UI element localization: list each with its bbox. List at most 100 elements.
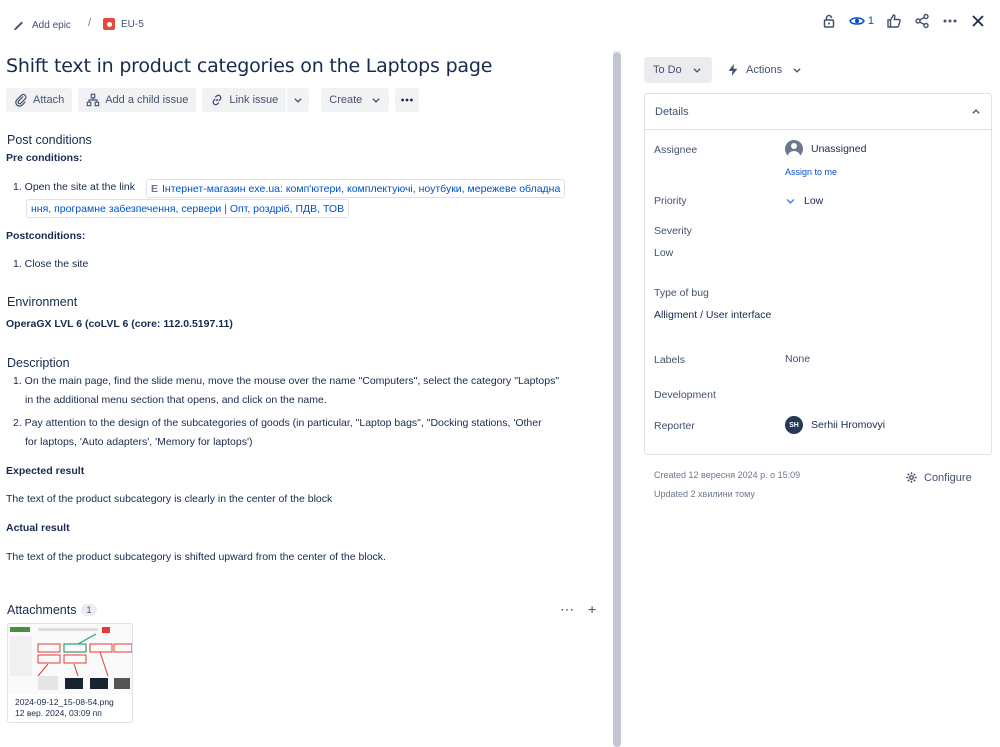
more-icon[interactable] [942,13,958,29]
paperclip-icon [15,93,27,107]
issue-key-label: EU-5 [121,18,144,30]
add-child-issue-button[interactable]: Add a child issue [78,88,197,112]
link-issue-split: Link issue [202,88,310,112]
breadcrumb-epic-label: Add epic [32,19,71,31]
add-attachment-icon[interactable]: + [588,601,596,618]
assign-to-me-link[interactable]: Assign to me [785,167,837,177]
issue-title[interactable]: Shift text in product categories on the … [6,55,492,77]
postconditions-item: 1. Close the site [13,258,89,270]
screenshot-preview-icon [8,624,132,694]
updated-timestamp: Updated 2 хвилини тому [654,489,755,499]
breadcrumb-issue-key[interactable]: EU-5 [103,18,144,30]
postconditions-label: Postconditions: [6,230,86,242]
post-conditions-heading: Post conditions [7,133,92,147]
watch-count: 1 [867,15,874,27]
reporter-label: Reporter [654,420,695,432]
watch-button[interactable]: 1 [849,13,874,29]
description-heading: Description [7,356,70,370]
reporter-name: Serhii Hromovyi [811,419,886,431]
attachment-file-date: 12 вер. 2024, 03:09 пп [15,708,102,718]
add-child-label: Add a child issue [105,94,189,106]
actions-dropdown[interactable]: Actions [726,63,802,77]
type-of-bug-value[interactable]: Alligment / User interface [654,309,771,321]
priority-field[interactable]: Low [785,195,823,207]
attach-label: Attach [33,94,65,106]
status-dropdown[interactable]: To Do [644,57,712,83]
priority-low-icon [786,198,795,204]
attach-button[interactable]: Attach [6,88,73,112]
details-heading: Details [655,105,689,118]
actual-result-label: Actual result [6,522,70,534]
pencil-icon [14,21,23,31]
configure-button[interactable]: Configure [905,471,972,484]
issue-sidebar: To Do Actions Details Assignee Unassigne… [622,50,1000,747]
type-of-bug-label: Type of bug [654,287,709,299]
description-step1-b: in the additional menu section that open… [25,394,327,406]
description-step2-b: for laptops, 'Auto adapters', 'Memory fo… [25,436,253,448]
close-icon[interactable] [970,13,986,29]
unassigned-avatar-icon [785,140,803,158]
configure-label: Configure [924,471,972,484]
site-link-text1: Інтернет-магазин exe.ua: комп'ютери, ком… [162,183,561,195]
link-issue-label: Link issue [229,94,279,106]
environment-value: OperaGX LVL 6 (coLVL 6 (core: 112.0.5197… [6,318,233,330]
reporter-field[interactable]: SH Serhii Hromovyi [785,416,885,434]
create-label: Create [329,94,363,106]
expected-result-text: The text of the product subcategory is c… [6,493,333,505]
link-issue-button[interactable]: Link issue [202,88,287,112]
site-link-line2[interactable]: ння, програмне забезпечення, сервери | О… [26,199,350,218]
scrollbar-thumb[interactable] [613,52,621,747]
development-label: Development [654,389,716,401]
attachments-heading: Attachments 1 [7,603,97,617]
expected-result-label: Expected result [6,465,85,477]
breadcrumb-separator: / [88,17,92,29]
attachment-caption: 2024-09-12_15-08-54.png 12 вер. 2024, 03… [15,697,114,719]
breadcrumb-add-epic[interactable]: Add epic [12,18,71,32]
attachments-more-icon[interactable]: ⋯ [560,601,574,618]
actual-result-text: The text of the product subcategory is s… [6,551,386,563]
bug-icon [103,18,115,30]
chevron-up-icon [972,108,980,114]
pre-conditions-label: Pre conditions: [6,152,83,164]
severity-value[interactable]: Low [654,247,673,259]
eye-icon [849,17,865,25]
attachments-label: Attachments [7,603,77,617]
chevron-down-icon [372,98,380,103]
chevron-down-icon [793,68,801,73]
create-button[interactable]: Create [321,88,390,112]
actions-label: Actions [746,64,783,76]
top-bar: Add epic / EU-5 1 [0,0,1000,50]
priority-value: Low [804,195,824,207]
assignee-label: Assignee [654,144,698,156]
issue-main: Shift text in product categories on the … [0,50,610,747]
attachment-file-name: 2024-09-12_15-08-54.png [15,697,114,707]
more-actions-button[interactable] [395,88,420,112]
top-actions: 1 [821,13,986,29]
more-icon [401,98,414,102]
severity-label: Severity [654,225,692,237]
labels-label: Labels [654,354,685,366]
description-step1-a: 1. On the main page, find the slide menu… [13,375,560,387]
pre-conditions-item: 1. Open the site at the link [13,181,135,193]
reporter-avatar: SH [785,416,803,434]
assignee-value: Unassigned [811,143,867,155]
issue-toolbar: Attach Add a child issue Link issue Crea… [6,88,420,112]
link-icon [213,94,222,106]
lock-icon[interactable] [821,13,837,29]
lightning-icon [728,63,738,77]
attachments-count: 1 [81,604,97,616]
assignee-field[interactable]: Unassigned [785,140,866,158]
priority-label: Priority [654,195,687,207]
chevron-down-icon [294,98,302,103]
site-logo-icon: Е [151,183,159,195]
link-issue-dropdown[interactable] [287,88,310,112]
details-header[interactable]: Details [645,94,991,130]
labels-value[interactable]: None [785,353,810,365]
status-label: To Do [653,64,682,76]
thumbs-up-icon[interactable] [886,13,902,29]
share-icon[interactable] [914,13,930,29]
attachment-actions: ⋯ + [560,601,596,618]
site-link-line1[interactable]: Е Інтернет-магазин exe.ua: комп'ютери, ко… [146,179,566,198]
site-link-text2: ння, програмне забезпечення, сервери | О… [31,203,345,215]
environment-heading: Environment [7,295,78,309]
